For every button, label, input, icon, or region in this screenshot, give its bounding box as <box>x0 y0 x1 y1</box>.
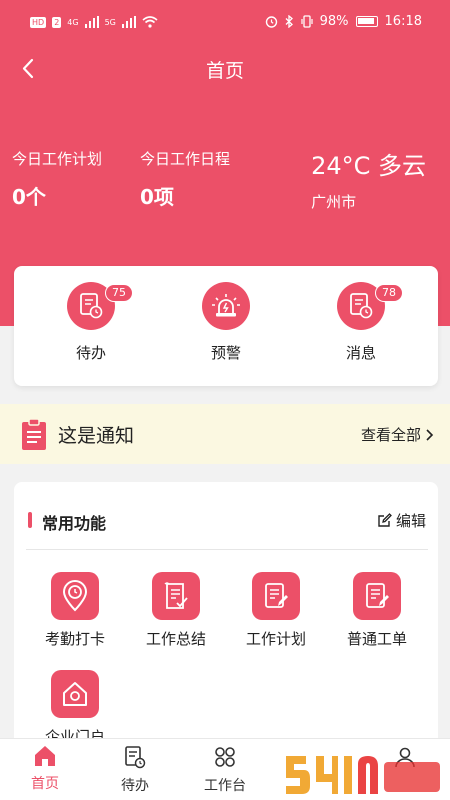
alarm-icon <box>212 294 240 317</box>
status-right: 98% 16:18 <box>265 14 422 29</box>
page-title: 首页 <box>205 60 244 82</box>
watermark-logo <box>286 756 440 794</box>
stat-label: 今日工作计划 <box>12 150 103 168</box>
quick-label: 待办 <box>75 344 106 362</box>
summary-doc-icon <box>164 582 188 609</box>
status-left: HD 2 4G 5G <box>30 16 158 28</box>
clock-time: 16:18 <box>384 14 422 29</box>
quick-badge: 78 <box>375 284 403 302</box>
quick-alarm[interactable]: 预警 <box>176 282 276 363</box>
alarm-clock-icon <box>265 16 277 28</box>
battery-percent: 98% <box>319 14 349 29</box>
notice-view-all-link[interactable]: 查看全部 <box>361 424 434 445</box>
func-enterprise-portal[interactable]: 企业门户 <box>25 670 125 747</box>
func-icon-tile <box>152 572 200 620</box>
func-work-order[interactable]: 普通工单 <box>327 572 427 649</box>
workorder-doc-icon <box>366 583 389 608</box>
signal-4g-label: 4G <box>67 17 79 27</box>
func-icon-tile <box>353 572 401 620</box>
func-label: 考勤打卡 <box>44 630 105 648</box>
weather-widget: 24°C 多云 广州市 <box>311 146 426 212</box>
clipboard-icon <box>22 418 46 450</box>
quick-icon-circle: 75 <box>67 282 133 330</box>
tab-workbench[interactable]: 工作台 <box>180 745 270 795</box>
notice-bar[interactable]: 这是通知 查看全部 <box>0 404 450 464</box>
sim-badge: 2 <box>52 16 62 28</box>
stat-work-plan[interactable]: 今日工作计划 0个 <box>12 148 102 210</box>
stat-value: 0个 <box>12 185 46 209</box>
quick-icon-circle: 78 <box>337 282 403 330</box>
notice-more-label: 查看全部 <box>360 426 421 444</box>
tab-home[interactable]: 首页 <box>0 745 90 793</box>
tab-todo[interactable]: 待办 <box>90 745 180 795</box>
notice-text: 这是通知 <box>58 425 135 447</box>
func-label: 工作总结 <box>145 630 206 648</box>
quick-todo[interactable]: 75 待办 <box>41 282 141 363</box>
plan-doc-icon <box>265 583 288 608</box>
tab-label: 待办 <box>121 778 149 794</box>
quick-message[interactable]: 78 消息 <box>311 282 411 363</box>
bluetooth-icon <box>285 15 293 28</box>
stat-label: 今日工作日程 <box>140 150 231 168</box>
battery-icon <box>355 16 378 27</box>
vibrate-icon <box>301 15 313 28</box>
weather-city: 广州市 <box>311 193 357 211</box>
home-icon <box>63 682 87 706</box>
tab-label: 工作台 <box>204 778 246 794</box>
message-icon <box>350 293 373 319</box>
todo-icon <box>80 293 103 319</box>
signal-icon <box>121 16 136 28</box>
quick-actions-card: 75 待办 预警 78 消息 <box>14 266 438 386</box>
common-functions-card: 常用功能 编辑 考勤打卡 工作总结 工作计划 普通工单 企业门户 <box>14 482 438 782</box>
edit-label: 编辑 <box>395 512 426 530</box>
func-icon-tile <box>51 670 99 718</box>
quick-icon-circle <box>202 282 250 330</box>
quick-badge: 75 <box>105 284 133 302</box>
location-pin-icon <box>62 580 88 612</box>
hd-badge: HD <box>30 16 47 28</box>
func-label: 普通工单 <box>346 630 407 648</box>
edit-button[interactable]: 编辑 <box>377 510 426 531</box>
home-tab-icon <box>35 746 55 766</box>
func-label: 工作计划 <box>245 630 306 648</box>
func-work-plan[interactable]: 工作计划 <box>226 572 326 649</box>
weather-temp: 24°C 多云 <box>311 152 426 180</box>
nav-bar: 首页 <box>0 48 450 92</box>
signal-icon <box>84 16 99 28</box>
workbench-tab-icon <box>215 747 235 767</box>
section-divider <box>26 549 428 550</box>
signal-5g-label: 5G <box>104 17 116 27</box>
func-icon-tile <box>252 572 300 620</box>
quick-label: 预警 <box>210 344 241 362</box>
chevron-right-icon <box>426 428 434 441</box>
todo-tab-icon <box>125 746 146 769</box>
tab-label: 首页 <box>31 776 59 792</box>
section-title: 常用功能 <box>42 514 107 533</box>
stat-work-schedule[interactable]: 今日工作日程 0项 <box>140 148 230 210</box>
func-work-summary[interactable]: 工作总结 <box>126 572 226 649</box>
edit-icon <box>378 513 392 527</box>
section-accent-bar <box>28 512 32 528</box>
wifi-icon <box>142 16 158 28</box>
func-attendance[interactable]: 考勤打卡 <box>25 572 125 649</box>
quick-label: 消息 <box>345 344 376 362</box>
func-icon-tile <box>51 572 99 620</box>
status-bar: HD 2 4G 5G 98% 16:18 <box>0 0 450 48</box>
stat-value: 0项 <box>140 185 174 209</box>
